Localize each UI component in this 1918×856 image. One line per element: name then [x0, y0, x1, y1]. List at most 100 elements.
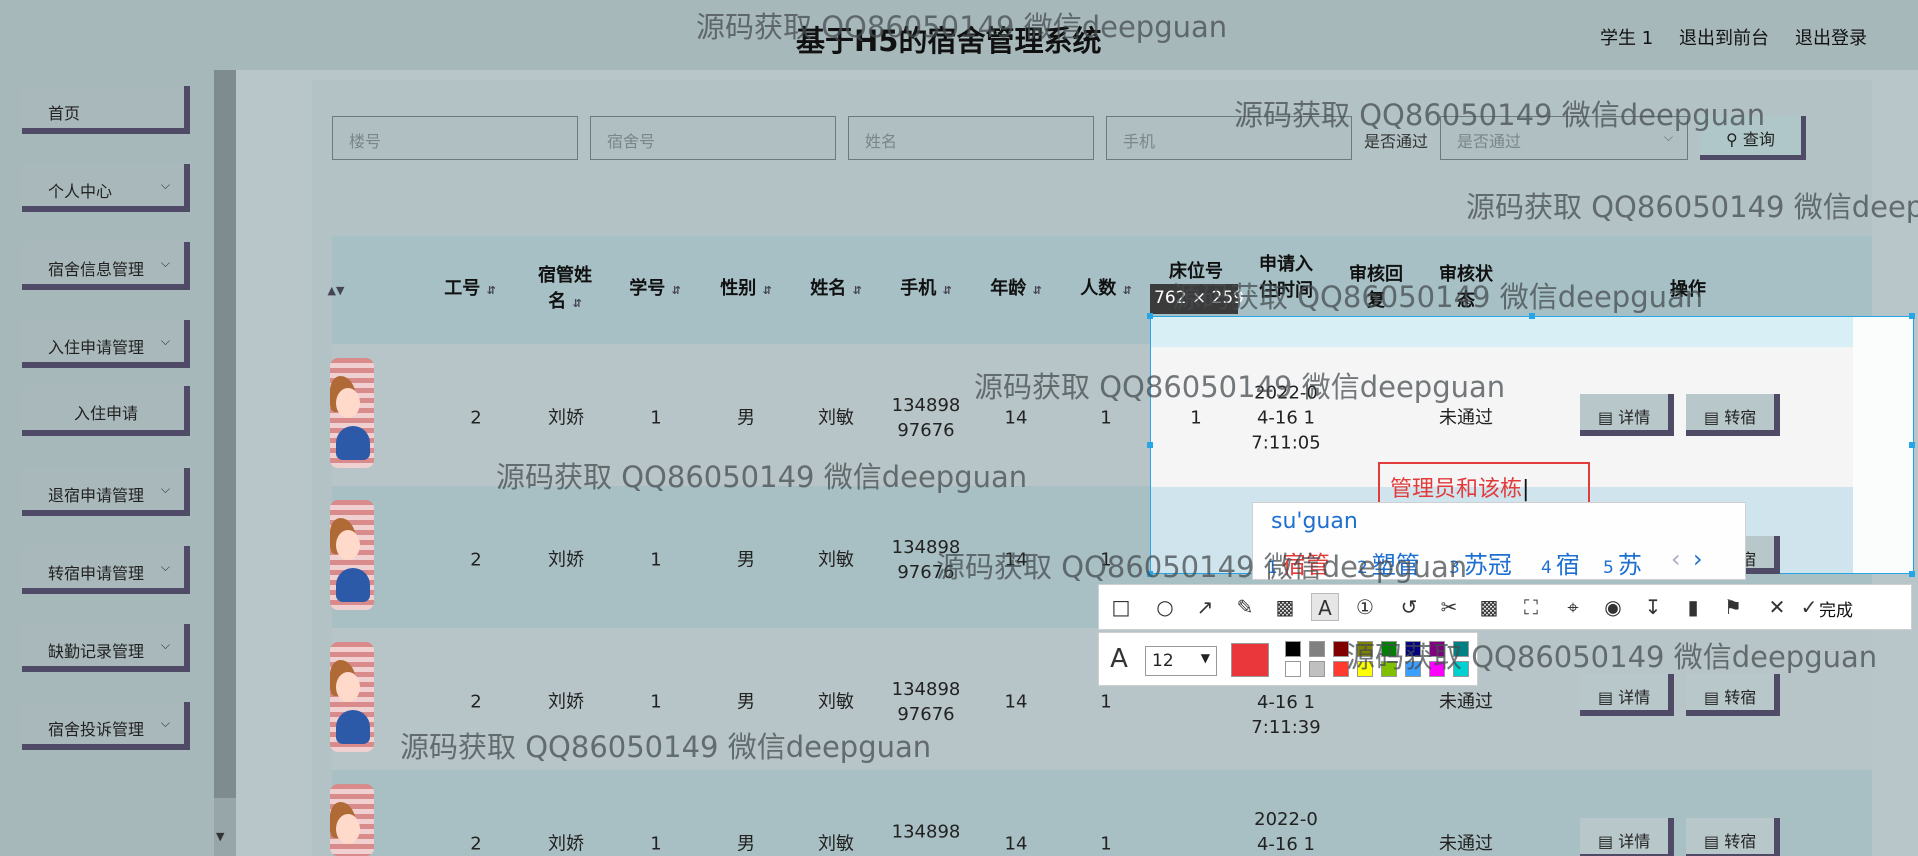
sidebar-item-checkin-apply[interactable]: 入住申请	[22, 386, 190, 436]
transfer-button[interactable]: ▤ 转宿	[1686, 674, 1780, 716]
scissors-icon[interactable]: ✂	[1435, 593, 1463, 621]
ocr-icon[interactable]: ⛶	[1517, 593, 1545, 621]
th-gender[interactable]: 性别 ⇵	[720, 276, 772, 304]
pass-select[interactable]: 是否通过 ⌵	[1440, 116, 1688, 160]
search-button[interactable]: ⚲ 查询	[1700, 116, 1806, 160]
th-apply-time[interactable]: 申请入 住时间	[1259, 252, 1313, 304]
th-student-no[interactable]: 学号 ⇵	[629, 276, 681, 304]
color-swatch[interactable]	[1429, 641, 1445, 657]
resize-handle[interactable]	[1147, 571, 1153, 577]
cell-age: 14	[1004, 549, 1028, 571]
color-swatch[interactable]	[1357, 641, 1373, 657]
scrollbar-thumb[interactable]	[214, 70, 236, 798]
done-button-label[interactable]: 完成	[1819, 596, 1853, 621]
detail-button[interactable]: ▤ 详情	[1580, 394, 1674, 436]
color-swatch[interactable]	[1309, 641, 1325, 657]
cell-student-no: 1	[650, 407, 662, 429]
ime-candidate-5[interactable]: 5苏	[1603, 545, 1642, 580]
logout-link[interactable]: 退出登录	[1795, 24, 1867, 50]
resize-handle[interactable]	[1909, 313, 1915, 319]
translate-icon[interactable]: ▩	[1475, 593, 1503, 621]
font-size-select[interactable]: 12 ▼	[1145, 646, 1217, 676]
cell-apply-time: 4-16 1 7:11:39	[1251, 690, 1320, 740]
ime-candidate-2[interactable]: 2 塑管	[1357, 545, 1420, 580]
color-swatch[interactable]	[1429, 661, 1445, 677]
th-phone[interactable]: 手机 ⇵	[900, 276, 952, 304]
resize-handle[interactable]	[1909, 442, 1915, 448]
ime-candidate-4[interactable]: 4宿	[1541, 545, 1580, 580]
color-swatch[interactable]	[1453, 661, 1469, 677]
close-icon[interactable]: ✕	[1763, 593, 1791, 621]
ime-candidate-1[interactable]: 1 宿管	[1267, 545, 1330, 580]
text-tool-icon[interactable]: A	[1311, 593, 1339, 621]
transfer-button[interactable]: ▤ 转宿	[1686, 818, 1780, 856]
transfer-button[interactable]: ▤ 转宿	[1686, 394, 1780, 436]
undo-icon[interactable]: ↺	[1395, 593, 1423, 621]
rectangle-icon[interactable]: □	[1107, 593, 1135, 621]
arrow-icon[interactable]: ↗	[1191, 593, 1219, 621]
color-swatch[interactable]	[1381, 641, 1397, 657]
detail-button-label: 详情	[1618, 832, 1651, 851]
mosaic-icon[interactable]: ▩	[1271, 593, 1299, 621]
sidebar-item-checkin-manage[interactable]: 入住申请管理 ⌵	[22, 320, 190, 368]
pen-icon[interactable]: ✎	[1231, 593, 1259, 621]
color-swatch[interactable]	[1405, 641, 1421, 657]
th-bed[interactable]: 床位号	[1169, 259, 1223, 285]
color-swatch[interactable]	[1381, 661, 1397, 677]
color-swatch[interactable]	[1309, 661, 1325, 677]
sidebar-item-home[interactable]: 首页	[22, 86, 190, 134]
th-age[interactable]: 年龄 ⇵	[990, 276, 1042, 304]
ime-candidate-3[interactable]: 3 苏冠	[1449, 545, 1512, 580]
th-status[interactable]: 审核状态	[1439, 262, 1493, 314]
sidebar-item-dorm-info[interactable]: 宿舍信息管理 ⌵	[22, 242, 190, 290]
color-swatch[interactable]	[1285, 641, 1301, 657]
pin-icon[interactable]: ⌖	[1559, 593, 1587, 621]
resize-handle[interactable]	[1909, 571, 1915, 577]
capture-size-badge: 762 × 259	[1150, 284, 1244, 314]
th-staff-no[interactable]: 工号 ⇵	[444, 276, 496, 304]
current-color-swatch[interactable]	[1231, 643, 1269, 677]
save-icon[interactable]: ▮	[1679, 593, 1707, 621]
scroll-down-icon[interactable]: ▼	[216, 830, 224, 843]
name-input[interactable]: 姓名	[848, 116, 1094, 160]
color-swatch[interactable]	[1405, 661, 1421, 677]
color-swatch[interactable]	[1453, 641, 1469, 657]
sidebar-item-personal-center[interactable]: 个人中心 ⌵	[22, 164, 190, 212]
th-actions: 操作	[1670, 279, 1706, 300]
color-swatch[interactable]	[1333, 661, 1349, 677]
download-icon[interactable]: ↧	[1639, 593, 1667, 621]
color-swatch[interactable]	[1285, 661, 1301, 677]
user-link[interactable]: 学生 1	[1600, 24, 1653, 50]
th-reply[interactable]: 审核回复	[1349, 262, 1403, 314]
sidebar-item-checkout-manage[interactable]: 退宿申请管理 ⌵	[22, 468, 190, 516]
chevron-down-icon: ⌵	[1663, 130, 1673, 144]
th-count[interactable]: 人数 ⇵	[1080, 276, 1132, 304]
resize-handle[interactable]	[1529, 313, 1535, 319]
th-name[interactable]: 姓名 ⇵	[810, 276, 862, 304]
resize-handle[interactable]	[1147, 313, 1153, 319]
document-icon: ▤	[1704, 832, 1720, 851]
sidebar-item-complaint-manage[interactable]: 宿舍投诉管理 ⌵	[22, 702, 190, 750]
ime-next-icon[interactable]: ›	[1693, 545, 1703, 573]
number-marker-icon[interactable]: ①	[1351, 593, 1379, 621]
sidebar-item-transfer-manage[interactable]: 转宿申请管理 ⌵	[22, 546, 190, 594]
detail-button[interactable]: ▤ 详情	[1580, 674, 1674, 716]
building-input[interactable]: 楼号	[332, 116, 578, 160]
ellipse-icon[interactable]: ○	[1151, 593, 1179, 621]
bookmark-icon[interactable]: ⚑	[1719, 593, 1747, 621]
record-icon[interactable]: ◉	[1599, 593, 1627, 621]
annotation-text-box[interactable]: 管理员和该栋|	[1378, 462, 1590, 506]
ime-prev-icon[interactable]: ‹	[1671, 545, 1681, 573]
th-manager-name[interactable]: 宿管姓名 ⇵	[538, 263, 592, 317]
detail-button[interactable]: ▤ 详情	[1580, 818, 1674, 856]
color-swatch[interactable]	[1357, 661, 1373, 677]
back-to-front-link[interactable]: 退出到前台	[1679, 24, 1769, 50]
phone-input[interactable]: 手机	[1106, 116, 1352, 160]
resize-handle[interactable]	[1147, 442, 1153, 448]
room-input[interactable]: 宿舍号	[590, 116, 836, 160]
select-all-sort-icon[interactable]: ▲▼	[328, 276, 345, 304]
color-swatch[interactable]	[1333, 641, 1349, 657]
cell-name: 刘敏	[818, 833, 854, 855]
sidebar-item-absence-manage[interactable]: 缺勤记录管理 ⌵	[22, 624, 190, 672]
cell-apply-time: 2022-0 4-16 1 7:11:05	[1251, 381, 1320, 456]
